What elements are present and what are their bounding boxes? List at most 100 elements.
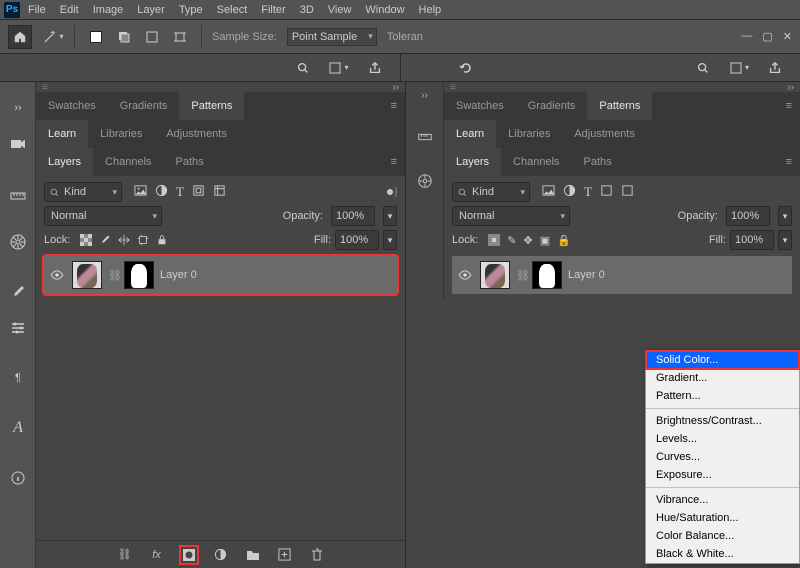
- ctx-pattern[interactable]: Pattern...: [646, 387, 799, 405]
- crop-square-icon[interactable]: [141, 26, 163, 48]
- fill-stepper[interactable]: ▾: [383, 230, 397, 250]
- fill-field[interactable]: 100%: [730, 230, 774, 250]
- layers-stack-icon[interactable]: [113, 26, 135, 48]
- opacity-stepper[interactable]: ▾: [383, 206, 397, 226]
- workspace-dropdown-icon[interactable]: ▾: [328, 57, 350, 79]
- filter-image-icon[interactable]: [542, 184, 555, 200]
- tab-learn[interactable]: Learn: [444, 120, 496, 148]
- filter-adjust-icon[interactable]: [155, 184, 168, 200]
- lock-all-icon[interactable]: 🔒: [557, 234, 571, 247]
- layer-row[interactable]: ⛓ Layer 0: [452, 256, 792, 294]
- glyphs-icon[interactable]: A: [0, 410, 36, 446]
- filter-smartobj-icon[interactable]: [213, 184, 226, 200]
- tab-paths[interactable]: Paths: [164, 148, 216, 176]
- search-icon[interactable]: [292, 57, 314, 79]
- mask-link-icon[interactable]: ⛓: [108, 269, 118, 282]
- tab-channels[interactable]: Channels: [501, 148, 571, 176]
- artboard-icon[interactable]: [169, 26, 191, 48]
- tab-learn[interactable]: Learn: [36, 120, 88, 148]
- menu-window[interactable]: Window: [359, 2, 410, 18]
- search-icon-right[interactable]: [692, 57, 714, 79]
- link-layers-icon[interactable]: ⛓: [117, 547, 133, 563]
- undo-icon[interactable]: [455, 57, 477, 79]
- add-mask-icon[interactable]: [181, 547, 197, 563]
- maximize-button[interactable]: ▢: [762, 30, 772, 43]
- blend-mode-dropdown[interactable]: Normal: [452, 206, 570, 226]
- filter-image-icon[interactable]: [134, 184, 147, 200]
- close-button[interactable]: ✕: [783, 30, 792, 43]
- opacity-field[interactable]: 100%: [331, 206, 375, 226]
- layer-name[interactable]: Layer 0: [160, 269, 197, 281]
- layer-name[interactable]: Layer 0: [568, 269, 605, 281]
- wheel-icon[interactable]: [417, 173, 433, 189]
- filter-adjust-icon[interactable]: [563, 184, 576, 200]
- tab-adjustments[interactable]: Adjustments: [154, 120, 239, 148]
- menu-3d[interactable]: 3D: [294, 2, 320, 18]
- lock-artboard-icon[interactable]: ▣: [540, 234, 550, 247]
- layer-mask-thumbnail[interactable]: [124, 261, 154, 289]
- lock-position-icon[interactable]: ✥: [524, 234, 533, 247]
- panel-menu-icon[interactable]: ≡: [778, 100, 800, 112]
- fill-adjust-icon[interactable]: [213, 547, 229, 563]
- ctx-color-balance[interactable]: Color Balance...: [646, 527, 799, 545]
- lock-transparent-icon[interactable]: [80, 234, 92, 246]
- lock-pixels-icon[interactable]: ✎: [507, 234, 516, 247]
- panel-menu-icon[interactable]: ≡: [383, 100, 405, 112]
- group-icon[interactable]: [245, 547, 261, 563]
- panel-menu-icon[interactable]: ≡: [383, 156, 405, 168]
- ruler-icon[interactable]: [0, 178, 36, 214]
- tab-paths[interactable]: Paths: [572, 148, 624, 176]
- ctx-exposure[interactable]: Exposure...: [646, 466, 799, 484]
- tab-layers[interactable]: Layers: [444, 148, 501, 176]
- brush-icon[interactable]: [0, 274, 36, 310]
- home-button[interactable]: [8, 25, 32, 49]
- ctx-levels[interactable]: Levels...: [646, 430, 799, 448]
- wheel-icon[interactable]: [0, 224, 36, 260]
- lock-position-icon[interactable]: [118, 234, 130, 246]
- kind-filter-dropdown[interactable]: Kind: [44, 182, 122, 202]
- menu-image[interactable]: Image: [87, 2, 130, 18]
- share-icon-right[interactable]: [764, 57, 786, 79]
- tab-patterns[interactable]: Patterns: [179, 92, 244, 120]
- ruler-icon[interactable]: [417, 129, 433, 145]
- info-icon[interactable]: [0, 460, 36, 496]
- menu-view[interactable]: View: [322, 2, 358, 18]
- filter-type-icon[interactable]: T: [584, 184, 592, 200]
- visibility-toggle-icon[interactable]: [456, 270, 474, 280]
- lock-all-icon[interactable]: [156, 234, 168, 246]
- video-icon[interactable]: [0, 126, 36, 162]
- tab-swatches[interactable]: Swatches: [36, 92, 108, 120]
- trash-icon[interactable]: [309, 547, 325, 563]
- sample-size-dropdown[interactable]: Point Sample: [287, 28, 377, 46]
- layer-mask-thumbnail[interactable]: [532, 261, 562, 289]
- tab-adjustments[interactable]: Adjustments: [562, 120, 647, 148]
- lock-artboard-icon[interactable]: [137, 234, 149, 246]
- wand-tool-icon[interactable]: ▾: [42, 26, 64, 48]
- menu-help[interactable]: Help: [413, 2, 448, 18]
- share-icon[interactable]: [364, 57, 386, 79]
- sliders-icon[interactable]: [0, 310, 36, 346]
- tab-channels[interactable]: Channels: [93, 148, 163, 176]
- menu-type[interactable]: Type: [173, 2, 209, 18]
- lock-pixels-icon[interactable]: [99, 234, 111, 246]
- filter-shape-icon[interactable]: [192, 184, 205, 200]
- tab-patterns[interactable]: Patterns: [587, 92, 652, 120]
- menu-edit[interactable]: Edit: [54, 2, 85, 18]
- tab-libraries[interactable]: Libraries: [88, 120, 154, 148]
- swatch-fg-bg-icon[interactable]: [85, 26, 107, 48]
- ctx-brightness-contrast[interactable]: Brightness/Contrast...: [646, 412, 799, 430]
- tab-gradients[interactable]: Gradients: [516, 92, 588, 120]
- menu-layer[interactable]: Layer: [131, 2, 171, 18]
- ctx-hue-saturation[interactable]: Hue/Saturation...: [646, 509, 799, 527]
- menu-file[interactable]: File: [22, 2, 52, 18]
- panel-menu-icon[interactable]: ≡: [778, 156, 800, 168]
- opacity-field[interactable]: 100%: [726, 206, 770, 226]
- layer-row-selected[interactable]: ⛓ Layer 0: [44, 256, 397, 294]
- collapse-right-icon[interactable]: ››: [392, 82, 399, 93]
- paragraph-icon[interactable]: ¶: [0, 360, 36, 396]
- layer-thumbnail[interactable]: [480, 261, 510, 289]
- ctx-solid-color[interactable]: Solid Color...: [646, 351, 799, 369]
- filter-smartobj-icon[interactable]: [621, 184, 634, 200]
- filter-shape-icon[interactable]: [600, 184, 613, 200]
- tab-layers[interactable]: Layers: [36, 148, 93, 176]
